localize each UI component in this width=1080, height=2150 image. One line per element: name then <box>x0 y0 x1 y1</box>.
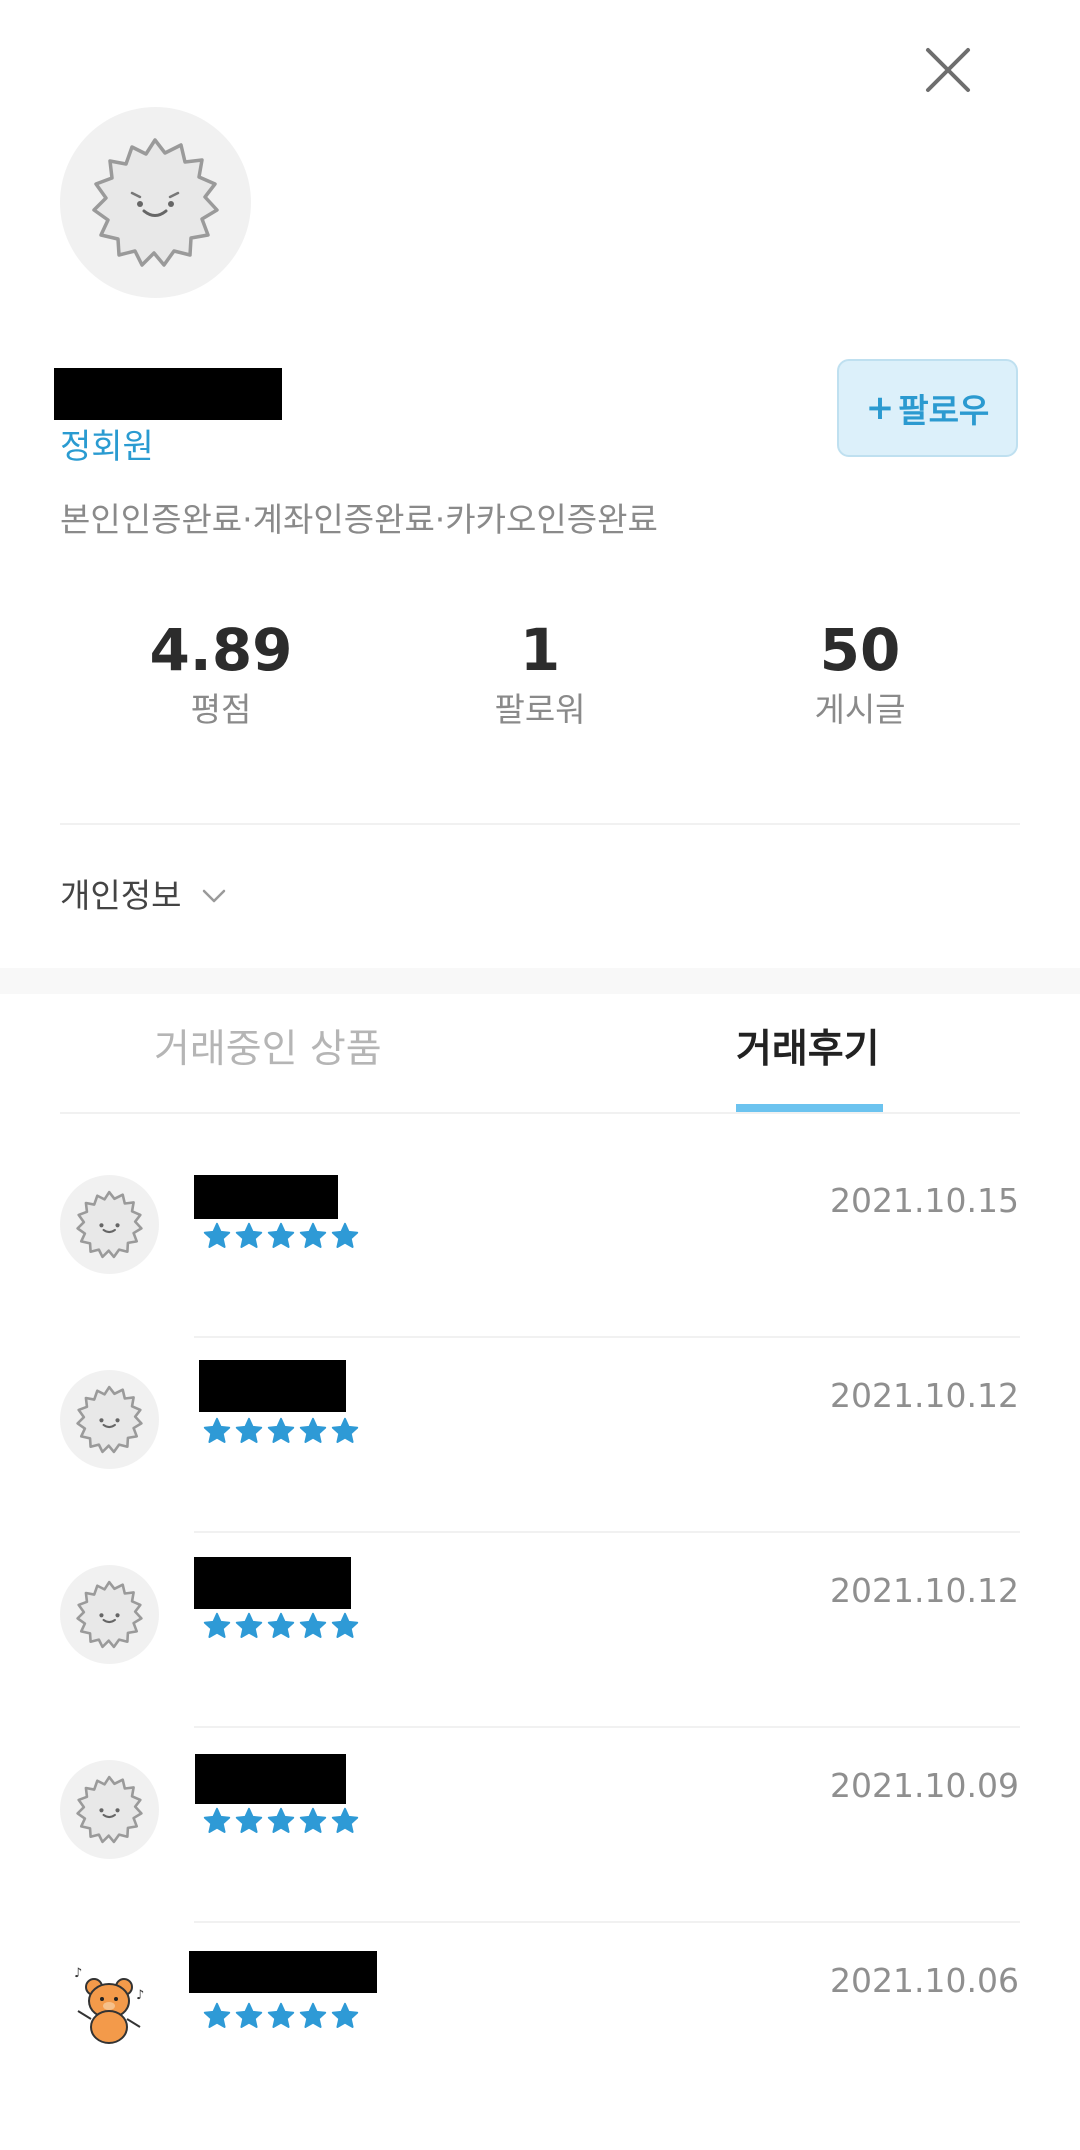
review-date: 2021.10.12 <box>830 1571 1019 1610</box>
star-icon <box>235 1612 263 1638</box>
tabs-divider <box>60 1112 1020 1114</box>
star-icon <box>267 1807 295 1833</box>
star-rating <box>202 1416 360 1446</box>
row-divider <box>194 1921 1020 1923</box>
star-icon <box>267 1612 295 1638</box>
star-icon <box>331 1222 359 1248</box>
reviewer-avatar <box>60 1370 159 1469</box>
reviewer-avatar <box>60 1175 159 1274</box>
star-icon <box>203 1807 231 1833</box>
stat-rating-value: 4.89 <box>149 616 293 684</box>
reviewer-name-redacted <box>199 1360 346 1412</box>
reviewer-name-redacted <box>194 1175 338 1219</box>
star-icon <box>235 1807 263 1833</box>
reviewer-avatar <box>60 1760 159 1859</box>
star-icon <box>299 2002 327 2028</box>
reviewer-name-redacted <box>189 1951 377 1993</box>
follow-button[interactable]: + 팔로우 <box>837 359 1018 457</box>
stat-followers[interactable]: 1 팔로워 <box>420 612 660 732</box>
star-icon <box>235 1222 263 1248</box>
star-icon <box>299 1807 327 1833</box>
username-redacted <box>54 368 282 420</box>
star-rating <box>202 1611 360 1641</box>
star-icon <box>267 2002 295 2028</box>
star-icon <box>299 1222 327 1248</box>
fluffy-character-icon <box>92 138 219 267</box>
stat-posts-label: 게시글 <box>814 690 906 729</box>
tab-selling-items[interactable]: 거래중인 상품 <box>154 1022 382 1078</box>
star-rating <box>202 1806 360 1836</box>
star-icon <box>331 1612 359 1638</box>
dancing-bear-icon: ♪ ♪ <box>74 1966 144 2044</box>
star-icon <box>203 2002 231 2028</box>
review-item[interactable]: 2021.10.15 <box>0 1175 1080 1370</box>
row-divider <box>194 1726 1020 1728</box>
section-separator <box>0 968 1080 994</box>
stat-rating: 4.89 평점 <box>101 612 341 732</box>
fluffy-character-icon <box>76 1190 143 1259</box>
review-date: 2021.10.15 <box>830 1181 1019 1220</box>
review-date: 2021.10.09 <box>830 1766 1019 1805</box>
fluffy-character-icon <box>76 1580 143 1649</box>
star-icon <box>331 1417 359 1443</box>
privacy-label: 개인정보 <box>60 876 182 915</box>
verification-status: 본인인증완료·계좌인증완료·카카오인증완료 <box>60 500 658 539</box>
stat-posts[interactable]: 50 게시글 <box>740 612 980 732</box>
star-icon <box>203 1417 231 1443</box>
review-date: 2021.10.12 <box>830 1376 1019 1415</box>
follow-button-label: 팔로우 <box>898 391 990 430</box>
svg-text:♪: ♪ <box>74 1966 82 1981</box>
row-divider <box>194 1336 1020 1338</box>
star-rating <box>202 1221 360 1251</box>
star-icon <box>299 1417 327 1443</box>
reviewer-avatar <box>60 1565 159 1664</box>
fluffy-character-icon <box>76 1385 143 1454</box>
star-icon <box>235 2002 263 2028</box>
reviewer-name-redacted <box>194 1557 351 1609</box>
star-icon <box>331 1807 359 1833</box>
star-icon <box>331 2002 359 2028</box>
review-date: 2021.10.06 <box>830 1961 1019 2000</box>
row-divider <box>194 1531 1020 1533</box>
star-icon <box>267 1222 295 1248</box>
stat-posts-value: 50 <box>819 616 901 684</box>
stat-rating-label: 평점 <box>190 690 252 729</box>
divider <box>60 823 1020 825</box>
review-item[interactable]: 2021.10.09 <box>0 1754 1080 1955</box>
chevron-down-icon <box>203 889 226 903</box>
tab-reviews[interactable]: 거래후기 <box>736 1022 880 1078</box>
svg-text:♪: ♪ <box>136 1988 144 2003</box>
reviewer-name-redacted <box>195 1754 346 1804</box>
stat-followers-label: 팔로워 <box>494 690 586 729</box>
privacy-toggle[interactable]: 개인정보 <box>60 873 227 919</box>
plus-icon: + <box>865 388 895 428</box>
star-icon <box>235 1417 263 1443</box>
profile-avatar <box>60 107 251 298</box>
fluffy-character-icon <box>76 1775 143 1844</box>
reviewer-avatar: ♪ ♪ <box>60 1955 159 2054</box>
review-item[interactable]: 2021.10.12 <box>0 1360 1080 1565</box>
review-item[interactable]: ♪ ♪ 2021.10.06 <box>0 1951 1080 2150</box>
member-grade: 정회원 <box>60 427 154 467</box>
star-icon <box>267 1417 295 1443</box>
star-icon <box>203 1612 231 1638</box>
star-rating <box>202 2001 360 2031</box>
close-icon[interactable] <box>918 40 978 100</box>
stat-followers-value: 1 <box>519 616 561 684</box>
star-icon <box>299 1612 327 1638</box>
review-item[interactable]: 2021.10.12 <box>0 1557 1080 1760</box>
tab-selected-indicator <box>736 1104 883 1112</box>
star-icon <box>203 1222 231 1248</box>
